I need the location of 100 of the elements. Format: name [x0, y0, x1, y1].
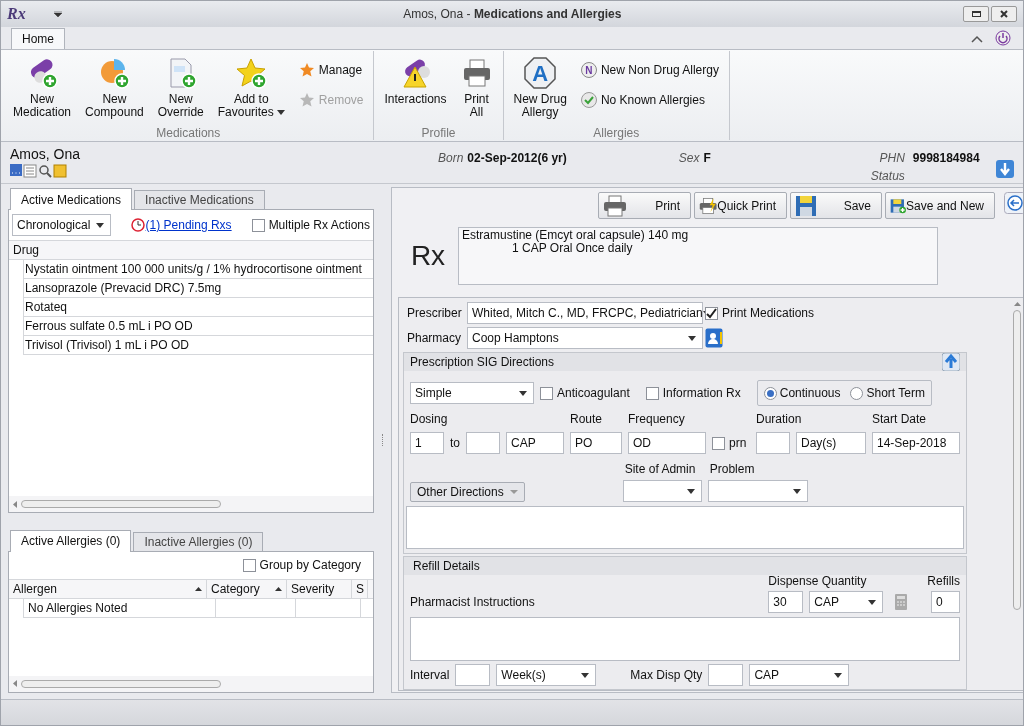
tab[interactable]: Inactive Allergies (0)	[133, 531, 264, 551]
scroll-up-icon[interactable]	[1013, 302, 1021, 306]
power-icon[interactable]	[995, 30, 1011, 46]
input-field[interactable]	[708, 664, 744, 686]
download-arrow-icon[interactable]	[996, 160, 1014, 178]
table-row[interactable]: Trivisol (Trivisol) 1 mL i PO OD	[23, 336, 373, 355]
app-logo: Rx	[7, 4, 26, 24]
radio-button[interactable]	[850, 386, 864, 400]
field-label: Status	[870, 168, 905, 185]
instructions-textarea[interactable]	[410, 617, 960, 661]
field-label: PHN	[879, 150, 905, 167]
more-icon[interactable]	[10, 164, 22, 176]
input-field[interactable]: PO	[570, 432, 622, 454]
scroll-left-icon[interactable]	[13, 500, 17, 508]
window-title: Amos, Ona - Medications and Allergies	[403, 6, 622, 23]
radio-button[interactable]	[763, 386, 777, 400]
ribbon-tab[interactable]: Home	[11, 28, 65, 49]
dropdown[interactable]: CAP	[809, 591, 884, 613]
search-icon[interactable]	[38, 164, 52, 178]
checkbox[interactable]	[705, 306, 718, 320]
rx-logo: Rx	[409, 239, 447, 273]
column-header[interactable]: S	[352, 579, 368, 598]
horizontal-scrollbar[interactable]	[9, 676, 373, 692]
checkbox-label: Group by Category	[259, 557, 361, 575]
column-header[interactable]: Drug	[13, 241, 39, 259]
scroll-left-icon[interactable]	[13, 680, 17, 688]
tab[interactable]: Active Medications	[10, 188, 133, 210]
input-field[interactable]: OD	[628, 432, 706, 454]
dropdown[interactable]: CAP	[749, 664, 850, 686]
dropdown[interactable]	[707, 480, 808, 502]
radio-label: Continuous	[779, 385, 841, 402]
ribbon-button[interactable]: Add to Favourites	[211, 51, 291, 119]
printer-icon	[603, 194, 627, 217]
group-label: Profile	[421, 125, 456, 140]
ribbon-button[interactable]: New Compound	[79, 51, 150, 119]
ribbon-button[interactable]: Interactions	[378, 51, 453, 106]
field-label: Interval	[410, 667, 450, 684]
octagon-icon	[524, 57, 557, 89]
up-arrow-icon[interactable]	[942, 353, 960, 371]
contact-card-icon[interactable]	[705, 328, 723, 349]
calculator-icon[interactable]	[895, 594, 908, 610]
ribbon-button[interactable]: Print All	[454, 51, 499, 119]
toolbar-button[interactable]: Quick Print	[694, 192, 787, 219]
dropdown[interactable]: Simple	[410, 382, 534, 404]
table-row[interactable]: Nystatin ointment 100 000 units/g / 1% hydrocortisone ointment	[23, 260, 373, 279]
input-field[interactable]	[466, 432, 500, 454]
input-field[interactable]: 1	[410, 432, 444, 454]
pending-link[interactable]: (1) Pending Rxs	[145, 216, 232, 234]
ribbon-button[interactable]: No Known Allergies	[578, 89, 721, 111]
toolbar-button[interactable]: Save	[790, 192, 882, 219]
other-directions-button[interactable]: Other Directions	[410, 482, 525, 502]
input-field[interactable]: 30	[768, 591, 804, 613]
sort-dropdown[interactable]: Chronological	[12, 214, 111, 236]
dropdown[interactable]: Whited, Mitch C., MD, FRCPC, Pediatrician	[467, 302, 703, 325]
restore-button[interactable]	[963, 6, 989, 22]
directions-textarea[interactable]	[406, 506, 964, 549]
caret-icon	[834, 672, 843, 678]
ribbon-button[interactable]: N New Non Drug Allergy	[578, 59, 721, 81]
tab[interactable]: Inactive Medications	[134, 190, 265, 209]
input-field[interactable]: CAP	[506, 432, 564, 454]
table-row[interactable]: Lansoprazole (Prevacid DRC) 7.5mg	[23, 279, 373, 298]
checkbox-label: Multiple Rx Actions	[268, 217, 370, 234]
checkbox[interactable]	[712, 436, 725, 450]
checkbox[interactable]	[242, 558, 256, 572]
badge-letter: A	[532, 66, 549, 80]
caret-icon	[581, 672, 590, 678]
input-field[interactable]: 0	[931, 591, 960, 613]
checkbox[interactable]	[540, 386, 553, 400]
splitter-handle[interactable]	[382, 434, 383, 446]
table-row[interactable]: Ferrous sulfate 0.5 mL i PO OD	[23, 317, 373, 336]
field-label: to	[450, 435, 460, 452]
ribbon-button[interactable]: New Medication	[7, 51, 78, 119]
tab[interactable]: Active Allergies (0)	[10, 529, 132, 552]
back-arrow-icon[interactable]	[1004, 192, 1023, 214]
toolbar-button[interactable]: Print	[598, 192, 691, 219]
caret-icon	[686, 488, 695, 494]
input-field[interactable]: 14-Sep-2018	[872, 432, 960, 454]
field-label: Problem	[708, 461, 756, 478]
dropdown[interactable]	[622, 480, 702, 502]
table-row[interactable]: Rotateq	[23, 298, 373, 317]
input-field[interactable]: Day(s)	[796, 432, 866, 454]
toolbar-button[interactable]: Save and New	[885, 192, 995, 219]
collapse-icon[interactable]	[971, 35, 983, 43]
ribbon-button[interactable]: New Override	[151, 51, 210, 119]
input-field[interactable]	[455, 664, 491, 686]
phn-value: 9998184984	[912, 150, 980, 167]
column-header[interactable]: Severity	[287, 579, 352, 598]
close-button[interactable]	[991, 6, 1017, 22]
input-field[interactable]	[756, 432, 790, 454]
ribbon-button[interactable]: A New Drug Allergy	[507, 51, 573, 119]
dropdown[interactable]: Week(s)	[496, 664, 597, 686]
ribbon-button[interactable]: Manage	[296, 59, 366, 81]
dropdown-icon[interactable]	[53, 11, 62, 17]
horizontal-scrollbar[interactable]	[9, 496, 373, 512]
column-header[interactable]: Allergen	[9, 579, 207, 598]
dropdown[interactable]: Coop Hamptons	[467, 327, 703, 350]
field-label: Dispense Quantity	[768, 573, 868, 590]
column-header[interactable]: Category	[207, 579, 287, 598]
checkbox[interactable]	[251, 218, 265, 232]
checkbox[interactable]	[645, 386, 659, 400]
